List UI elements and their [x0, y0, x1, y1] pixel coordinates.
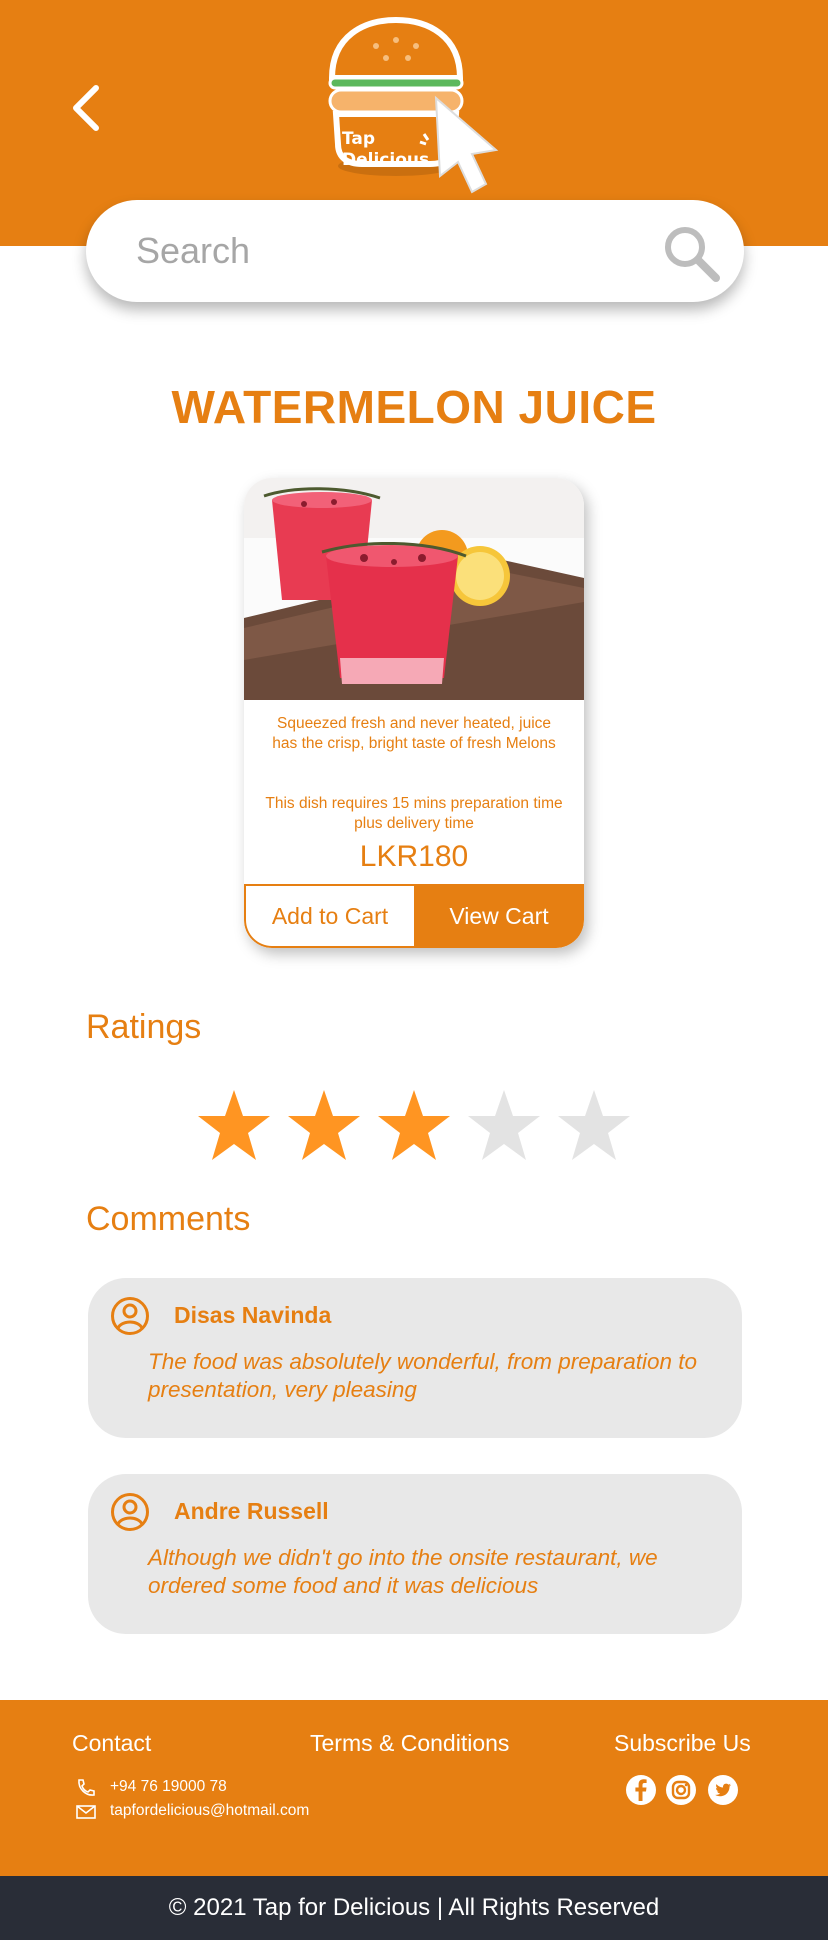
star-icon[interactable]	[466, 1088, 542, 1164]
tap-delicious-logo[interactable]: Tap Delicious	[326, 16, 502, 196]
search-bar	[86, 200, 744, 302]
email-address: tapfordelicious@hotmail.com	[110, 1802, 310, 1819]
copyright-bar: © 2021 Tap for Delicious | All Rights Re…	[0, 1876, 828, 1940]
add-to-cart-button[interactable]: Add to Cart	[244, 884, 414, 948]
phone-icon	[78, 1779, 95, 1796]
subscribe-heading: Subscribe Us	[614, 1730, 751, 1756]
logo-text-tap: Tap	[342, 129, 375, 149]
ratings-heading: Ratings	[86, 1008, 202, 1046]
mail-icon	[76, 1805, 96, 1819]
comments-heading: Comments	[86, 1200, 251, 1238]
contact-heading: Contact	[72, 1730, 152, 1756]
comment-text: Although we didn't go into the onsite re…	[148, 1545, 658, 1598]
comment-card: Disas Navinda The food was absolutely wo…	[88, 1278, 742, 1438]
logo-text-delicious: Delicious	[342, 150, 429, 170]
user-avatar-icon	[111, 1493, 149, 1531]
instagram-icon[interactable]	[665, 1774, 697, 1806]
comment-author: Andre Russell	[174, 1498, 329, 1524]
product-card: Squeezed fresh and never heated, juice h…	[244, 478, 584, 948]
terms-link[interactable]: Terms & Conditions	[310, 1730, 509, 1757]
rating-stars	[196, 1088, 636, 1164]
star-icon[interactable]	[376, 1088, 452, 1164]
search-input[interactable]	[136, 226, 636, 276]
product-photo	[244, 478, 584, 700]
star-icon[interactable]	[196, 1088, 272, 1164]
comment-author: Disas Navinda	[174, 1302, 332, 1328]
chevron-left-icon	[73, 85, 99, 131]
back-button[interactable]	[66, 82, 106, 134]
view-cart-button[interactable]: View Cart	[414, 884, 584, 948]
product-price: LKR180	[359, 840, 469, 873]
comment-text: The food was absolutely wonderful, from …	[148, 1349, 698, 1402]
comment-card: Andre Russell Although we didn't go into…	[88, 1474, 742, 1634]
cursor-icon	[434, 95, 499, 194]
star-icon[interactable]	[286, 1088, 362, 1164]
twitter-icon[interactable]	[707, 1774, 739, 1806]
star-icon[interactable]	[556, 1088, 632, 1164]
footer: Contact Terms & Conditions Subscribe Us …	[0, 1700, 828, 1876]
facebook-icon[interactable]	[625, 1774, 657, 1806]
preparation-note: This dish requires 15 mins preparation t…	[265, 795, 563, 832]
phone-number: +94 76 19000 78	[110, 1778, 227, 1795]
user-avatar-icon	[111, 1297, 149, 1335]
search-icon[interactable]	[662, 224, 720, 282]
product-description: Squeezed fresh and never heated, juice h…	[272, 715, 556, 752]
product-title: WATERMELON JUICE	[171, 381, 657, 433]
